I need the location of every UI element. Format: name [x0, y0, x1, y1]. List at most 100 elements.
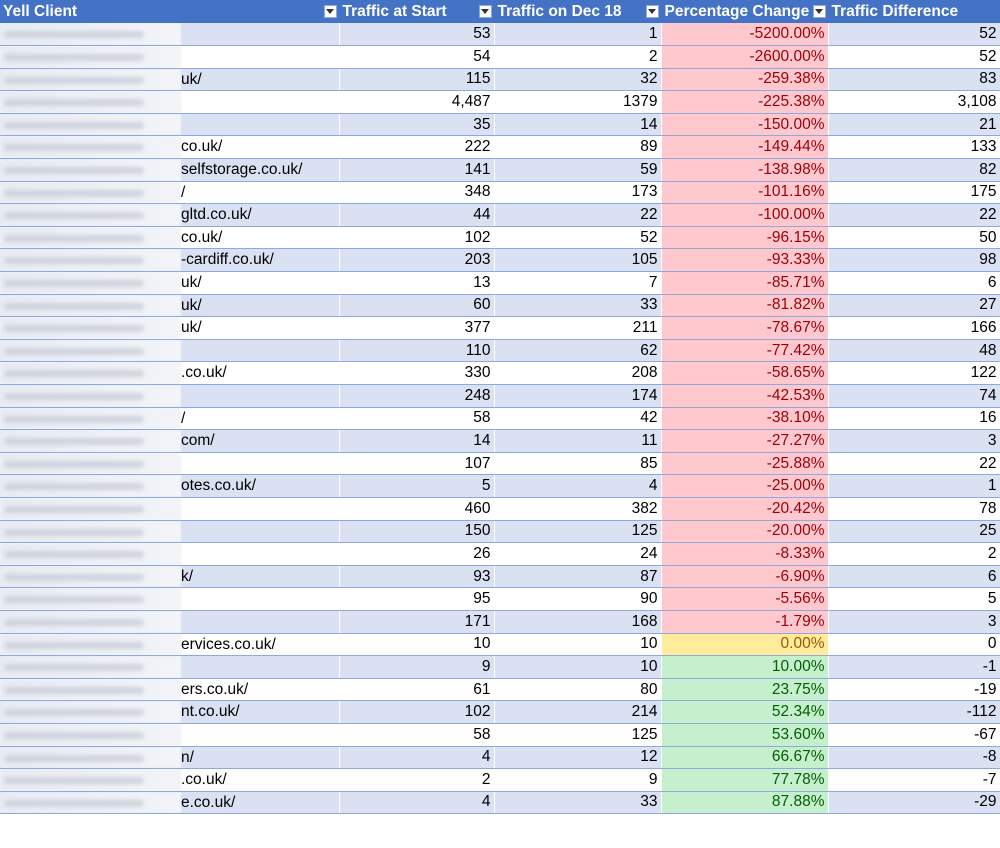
- traffic-start-cell[interactable]: 35: [339, 113, 495, 137]
- traffic-dec18-cell[interactable]: 1: [494, 23, 662, 47]
- traffic-start-cell[interactable]: 460: [339, 497, 495, 521]
- client-cell[interactable]: selfstorage.co.uk/: [0, 158, 340, 182]
- client-cell[interactable]: -cardiff.co.uk/: [0, 248, 340, 273]
- client-cell[interactable]: [0, 113, 340, 137]
- table-row[interactable]: nt.co.uk/102 214 52.34% -112: [0, 700, 1000, 724]
- percentage-change-cell[interactable]: -25.00%: [661, 474, 829, 498]
- client-cell[interactable]: .co.uk/: [0, 361, 340, 385]
- traffic-dec18-cell[interactable]: 24: [494, 542, 662, 566]
- header-percentage-change[interactable]: Percentage Change: [661, 0, 829, 23]
- traffic-difference-cell[interactable]: 1: [828, 474, 1000, 498]
- traffic-start-cell[interactable]: 14: [339, 429, 495, 453]
- percentage-change-cell[interactable]: -85.71%: [661, 271, 829, 295]
- table-row[interactable]: e.co.uk/4 33 87.88% -29: [0, 791, 1000, 815]
- client-cell[interactable]: [0, 384, 340, 408]
- traffic-difference-cell[interactable]: 2: [828, 542, 1000, 566]
- client-cell[interactable]: co.uk/: [0, 135, 340, 160]
- traffic-start-cell[interactable]: 102: [339, 226, 495, 250]
- traffic-difference-cell[interactable]: 22: [828, 203, 1000, 227]
- traffic-start-cell[interactable]: 110: [339, 339, 495, 363]
- client-cell[interactable]: [0, 655, 340, 679]
- traffic-difference-cell[interactable]: 16: [828, 407, 1000, 431]
- client-cell[interactable]: e.co.uk/: [0, 791, 340, 815]
- table-row[interactable]: uk/13 7 -85.71% 6: [0, 271, 1000, 295]
- traffic-dec18-cell[interactable]: 12: [494, 746, 662, 770]
- traffic-difference-cell[interactable]: -29: [828, 791, 1000, 815]
- percentage-change-cell[interactable]: -78.67%: [661, 316, 829, 340]
- header-traffic-difference[interactable]: Traffic Difference: [828, 0, 1000, 23]
- client-cell[interactable]: [0, 452, 340, 476]
- percentage-change-cell[interactable]: -81.82%: [661, 294, 829, 318]
- client-cell[interactable]: [0, 23, 340, 47]
- traffic-difference-cell[interactable]: -19: [828, 678, 1000, 702]
- table-row[interactable]: co.uk/102 52 -96.15% 50: [0, 226, 1000, 250]
- traffic-dec18-cell[interactable]: 10: [494, 633, 662, 657]
- traffic-difference-cell[interactable]: 5: [828, 587, 1000, 611]
- traffic-start-cell[interactable]: 5: [339, 474, 495, 498]
- traffic-dec18-cell[interactable]: 11: [494, 429, 662, 453]
- client-cell[interactable]: [0, 542, 340, 566]
- table-row[interactable]: 53 1 -5200.00% 52: [0, 23, 1000, 47]
- client-cell[interactable]: /: [0, 407, 340, 431]
- traffic-dec18-cell[interactable]: 382: [494, 497, 662, 521]
- percentage-change-cell[interactable]: 66.67%: [661, 746, 829, 770]
- table-row[interactable]: -cardiff.co.uk/203 105 -93.33% 98: [0, 248, 1000, 273]
- sort-filter-icon[interactable]: [812, 5, 826, 18]
- percentage-change-cell[interactable]: 0.00%: [661, 633, 829, 657]
- percentage-change-cell[interactable]: -20.42%: [661, 497, 829, 521]
- percentage-change-cell[interactable]: -259.38%: [661, 68, 829, 92]
- traffic-dec18-cell[interactable]: 174: [494, 384, 662, 408]
- percentage-change-cell[interactable]: 10.00%: [661, 655, 829, 679]
- traffic-difference-cell[interactable]: 25: [828, 520, 1000, 544]
- percentage-change-cell[interactable]: 87.88%: [661, 791, 829, 815]
- table-row[interactable]: k/93 87 -6.90% 6: [0, 565, 1000, 589]
- traffic-start-cell[interactable]: 107: [339, 452, 495, 476]
- traffic-difference-cell[interactable]: 27: [828, 294, 1000, 318]
- traffic-dec18-cell[interactable]: 33: [494, 294, 662, 318]
- traffic-difference-cell[interactable]: 175: [828, 181, 1000, 205]
- traffic-dec18-cell[interactable]: 85: [494, 452, 662, 476]
- traffic-difference-cell[interactable]: 3,108: [828, 90, 1000, 114]
- traffic-start-cell[interactable]: 150: [339, 520, 495, 544]
- percentage-change-cell[interactable]: -8.33%: [661, 542, 829, 566]
- traffic-difference-cell[interactable]: 21: [828, 113, 1000, 137]
- traffic-dec18-cell[interactable]: 10: [494, 655, 662, 679]
- client-cell[interactable]: nt.co.uk/: [0, 700, 340, 724]
- table-row[interactable]: 95 90 -5.56% 5: [0, 587, 1000, 611]
- client-cell[interactable]: uk/: [0, 294, 340, 318]
- traffic-difference-cell[interactable]: 6: [828, 271, 1000, 295]
- percentage-change-cell[interactable]: -2600.00%: [661, 45, 829, 69]
- traffic-start-cell[interactable]: 13: [339, 271, 495, 295]
- client-cell[interactable]: ervices.co.uk/: [0, 633, 340, 657]
- traffic-difference-cell[interactable]: -1: [828, 655, 1000, 679]
- traffic-difference-cell[interactable]: 22: [828, 452, 1000, 476]
- traffic-difference-cell[interactable]: 78: [828, 497, 1000, 521]
- traffic-difference-cell[interactable]: 83: [828, 68, 1000, 92]
- table-row[interactable]: ers.co.uk/61 80 23.75% -19: [0, 678, 1000, 702]
- traffic-start-cell[interactable]: 95: [339, 587, 495, 611]
- traffic-dec18-cell[interactable]: 7: [494, 271, 662, 295]
- traffic-start-cell[interactable]: 171: [339, 610, 495, 634]
- percentage-change-cell[interactable]: -20.00%: [661, 520, 829, 544]
- client-cell[interactable]: k/: [0, 565, 340, 589]
- table-row[interactable]: 9 10 10.00% -1: [0, 655, 1000, 679]
- traffic-start-cell[interactable]: 377: [339, 316, 495, 340]
- traffic-dec18-cell[interactable]: 168: [494, 610, 662, 634]
- traffic-difference-cell[interactable]: -7: [828, 768, 1000, 792]
- percentage-change-cell[interactable]: 52.34%: [661, 700, 829, 724]
- traffic-difference-cell[interactable]: 98: [828, 248, 1000, 273]
- table-row[interactable]: 4,487 1379 -225.38% 3,108: [0, 90, 1000, 114]
- traffic-dec18-cell[interactable]: 4: [494, 474, 662, 498]
- traffic-dec18-cell[interactable]: 211: [494, 316, 662, 340]
- traffic-start-cell[interactable]: 102: [339, 700, 495, 724]
- traffic-dec18-cell[interactable]: 9: [494, 768, 662, 792]
- traffic-difference-cell[interactable]: 50: [828, 226, 1000, 250]
- traffic-start-cell[interactable]: 141: [339, 158, 495, 182]
- table-row[interactable]: uk/377 211 -78.67% 166: [0, 316, 1000, 340]
- traffic-dec18-cell[interactable]: 105: [494, 248, 662, 273]
- traffic-start-cell[interactable]: 10: [339, 633, 495, 657]
- traffic-start-cell[interactable]: 61: [339, 678, 495, 702]
- client-cell[interactable]: [0, 610, 340, 634]
- table-row[interactable]: selfstorage.co.uk/141 59 -138.98% 82: [0, 158, 1000, 182]
- table-row[interactable]: .co.uk/330 208 -58.65% 122: [0, 361, 1000, 385]
